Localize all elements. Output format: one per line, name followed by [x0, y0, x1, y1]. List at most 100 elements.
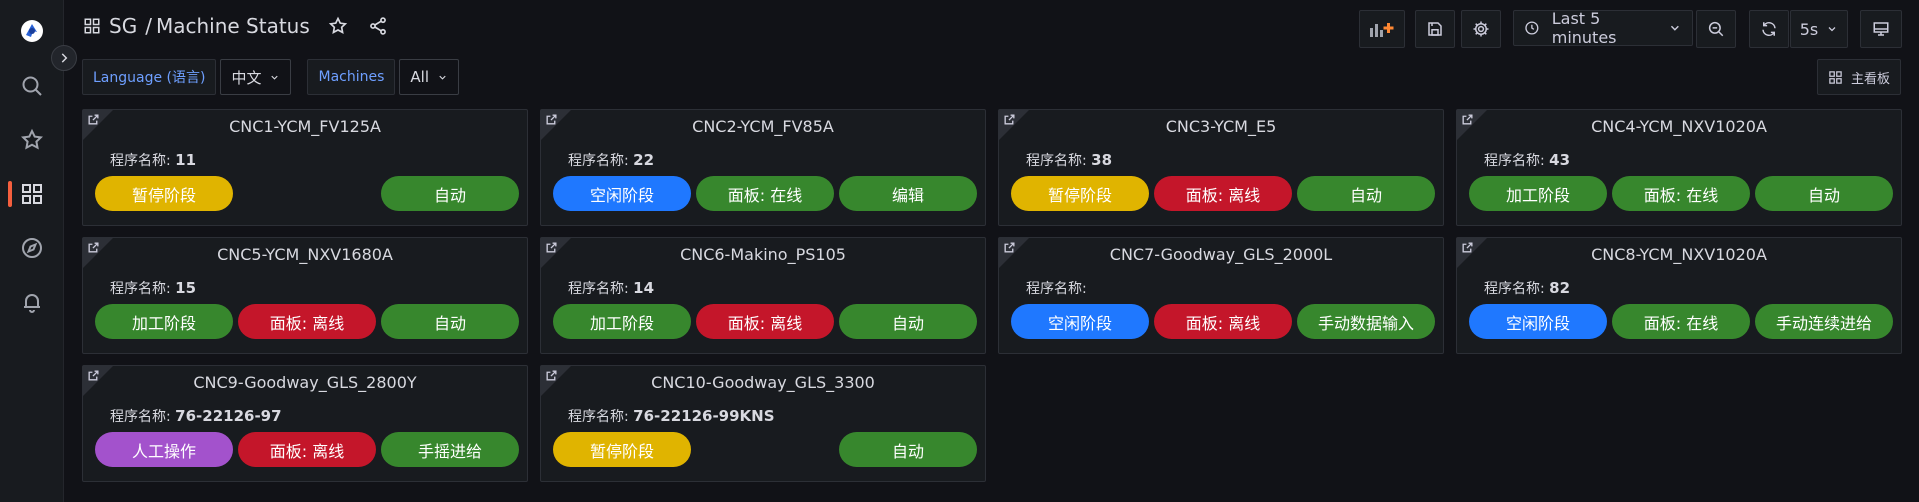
machine-panel: CNC1-YCM_FV125A 程序名称: 11 暂停阶段 自动	[82, 109, 528, 226]
status-pill: 空闲阶段	[1011, 304, 1149, 339]
program-name-label: 程序名称:	[568, 409, 629, 425]
program-name-label: 程序名称:	[568, 153, 629, 169]
monitor-icon	[1873, 22, 1889, 36]
panel-title[interactable]: CNC2-YCM_FV85A	[541, 117, 985, 136]
explore-icon[interactable]	[0, 231, 63, 265]
machine-panel: CNC5-YCM_NXV1680A 程序名称: 15 加工阶段 面板: 离线 自动	[82, 237, 528, 354]
program-name-row: 程序名称: 43	[1484, 150, 1570, 170]
program-name-row: 程序名称: 38	[1026, 150, 1112, 170]
refresh-button[interactable]	[1749, 10, 1789, 48]
program-name-label: 程序名称:	[110, 153, 171, 169]
program-name-value: 22	[633, 151, 655, 169]
status-pill: 加工阶段	[1469, 176, 1607, 211]
status-pill: 手摇进给	[381, 432, 519, 467]
starred-icon[interactable]	[0, 123, 63, 157]
tv-mode-button[interactable]	[1860, 10, 1902, 48]
panel-title[interactable]: CNC7-Goodway_GLS_2000L	[999, 245, 1443, 264]
save-dashboard-button[interactable]	[1415, 10, 1455, 48]
machines-select-value: All	[410, 68, 429, 86]
status-pill: 人工操作	[95, 432, 233, 467]
chevron-down-icon	[439, 75, 446, 80]
machines-select[interactable]: All	[399, 59, 459, 95]
status-pill: 加工阶段	[553, 304, 691, 339]
status-pill: 自动	[839, 304, 977, 339]
settings-button[interactable]	[1461, 10, 1501, 48]
dashboards-icon[interactable]	[0, 177, 63, 211]
status-pill: 面板: 在线	[1612, 176, 1750, 211]
status-pill: 暂停阶段	[553, 432, 691, 467]
refresh-icon	[1762, 21, 1776, 37]
status-pill: 暂停阶段	[95, 176, 233, 211]
time-range-label: Last 5 minutes	[1551, 9, 1617, 47]
zoom-out-button[interactable]	[1696, 10, 1736, 48]
sidebar	[0, 0, 64, 502]
machine-panel: CNC2-YCM_FV85A 程序名称: 22 空闲阶段 面板: 在线 编辑	[540, 109, 986, 226]
status-pill: 暂停阶段	[1011, 176, 1149, 211]
language-select[interactable]: 中文	[220, 59, 292, 95]
machine-panel: CNC10-Goodway_GLS_3300 程序名称: 76-22126-99K…	[540, 365, 986, 482]
program-name-label: 程序名称:	[1026, 281, 1087, 297]
program-name-value: 14	[633, 279, 655, 297]
machines-variable-label: Machines	[307, 59, 396, 95]
machine-panel: CNC4-YCM_NXV1020A 程序名称: 43 加工阶段 面板: 在线 自动	[1456, 109, 1902, 226]
chevron-down-icon	[1671, 25, 1680, 31]
main-board-label: 主看板	[1850, 71, 1890, 87]
panel-title[interactable]: CNC10-Goodway_GLS_3300	[541, 373, 985, 392]
time-range-picker[interactable]: Last 5 minutes	[1513, 9, 1693, 47]
program-name-row: 程序名称:	[1026, 278, 1087, 298]
add-panel-button[interactable]	[1359, 10, 1405, 48]
main-board-button[interactable]: 主看板	[1816, 59, 1901, 95]
status-pill: 自动	[381, 304, 519, 339]
status-pill: 加工阶段	[95, 304, 233, 339]
clock-icon	[1525, 21, 1539, 35]
search-icon[interactable]	[0, 69, 63, 103]
panel-title[interactable]: CNC5-YCM_NXV1680A	[83, 245, 527, 264]
panel-title[interactable]: CNC8-YCM_NXV1020A	[1457, 245, 1901, 264]
status-pill: 空闲阶段	[553, 176, 691, 211]
status-pill: 自动	[1297, 176, 1435, 211]
page-title: Machine Status	[155, 14, 310, 38]
breadcrumb: SG / Machine Status	[83, 14, 388, 38]
program-name-row: 程序名称: 76-22126-99KNS	[568, 406, 775, 426]
grafana-logo-icon[interactable]	[0, 14, 63, 48]
panel-title[interactable]: CNC4-YCM_NXV1020A	[1457, 117, 1901, 136]
language-variable-label: Language (语言)	[82, 59, 217, 95]
panel-title[interactable]: CNC9-Goodway_GLS_2800Y	[83, 373, 527, 392]
program-name-value: 82	[1549, 279, 1571, 297]
add-panel-icon	[1370, 23, 1394, 37]
chevron-right-icon	[61, 53, 68, 63]
program-name-value: 38	[1091, 151, 1113, 169]
panel-title[interactable]: CNC1-YCM_FV125A	[83, 117, 527, 136]
machine-panel: CNC9-Goodway_GLS_2800Y 程序名称: 76-22126-97 人…	[82, 365, 528, 482]
program-name-value: 76-22126-99KNS	[633, 407, 775, 425]
panel-title[interactable]: CNC3-YCM_E5	[999, 117, 1443, 136]
sidebar-expand-button[interactable]	[51, 45, 77, 71]
breadcrumb-folder[interactable]: SG	[109, 14, 137, 38]
alerting-bell-icon[interactable]	[0, 285, 63, 319]
status-pill: 自动	[1755, 176, 1893, 211]
language-select-value: 中文	[231, 68, 262, 87]
variables-bar: Language (语言) 中文 Machines All	[82, 59, 459, 95]
status-pill: 面板: 离线	[696, 304, 834, 339]
chevron-down-icon	[1828, 27, 1836, 32]
status-pill: 面板: 在线	[1612, 304, 1750, 339]
program-name-row: 程序名称: 14	[568, 278, 654, 298]
refresh-interval-picker[interactable]: 5s	[1790, 10, 1848, 48]
program-name-row: 程序名称: 11	[110, 150, 196, 170]
program-name-label: 程序名称:	[568, 281, 629, 297]
topbar: SG / Machine Status Last 5 minutes 5s	[63, 0, 1919, 55]
save-icon	[1428, 22, 1442, 36]
program-name-label: 程序名称:	[1026, 153, 1087, 169]
panel-title[interactable]: CNC6-Makino_PS105	[541, 245, 985, 264]
status-pill: 面板: 离线	[1154, 176, 1292, 211]
program-name-row: 程序名称: 15	[110, 278, 196, 298]
status-pill: 编辑	[839, 176, 977, 211]
gear-icon	[1473, 21, 1489, 37]
program-name-label: 程序名称:	[110, 281, 171, 297]
share-icon[interactable]	[368, 16, 388, 36]
program-name-value: 15	[175, 279, 197, 297]
zoom-out-icon	[1708, 21, 1724, 37]
machine-panel: CNC7-Goodway_GLS_2000L 程序名称: 空闲阶段 面板: 离线 手动…	[998, 237, 1444, 354]
program-name-row: 程序名称: 82	[1484, 278, 1570, 298]
star-icon[interactable]	[328, 16, 348, 36]
